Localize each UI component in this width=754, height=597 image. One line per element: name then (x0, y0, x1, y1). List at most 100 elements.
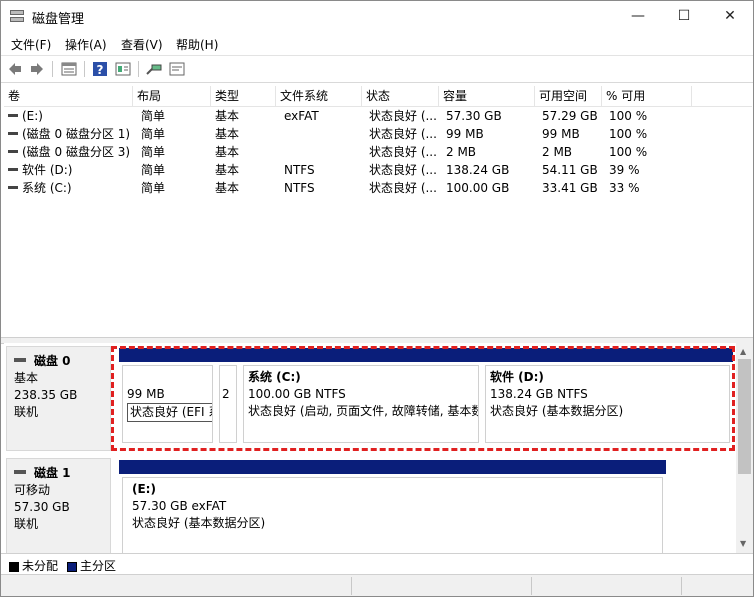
partition-size: 99 MB (127, 387, 165, 401)
column-header-status[interactable]: 状态 (362, 86, 439, 106)
volume-type: 基本 (215, 109, 240, 123)
volume-percent-free: 100 % (609, 145, 648, 159)
volume-filesystem (280, 143, 362, 161)
volume-free-space: 99 MB (542, 127, 580, 141)
partition-efi[interactable]: 99 MB 状态良好 (EFI 系统分区) (119, 348, 216, 446)
volume-filesystem (280, 125, 362, 143)
volume-list-header: 卷 布局 类型 文件系统 状态 容量 可用空间 % 可用 (4, 86, 752, 107)
table-row[interactable]: (磁盘 0 磁盘分区 1) 简单 基本 状态良好 (... 99 MB 99 M… (4, 125, 752, 143)
volume-filesystem: exFAT (284, 109, 319, 123)
maximize-button[interactable]: ☐ (661, 1, 707, 32)
disk-state: 联机 (14, 405, 39, 419)
back-icon[interactable] (7, 61, 23, 77)
table-row[interactable]: (磁盘 0 磁盘分区 3) 简单 基本 状态良好 (... 2 MB 2 MB … (4, 143, 752, 161)
scrollbar-thumb[interactable] (738, 359, 751, 474)
volume-capacity: 138.24 GB (446, 163, 510, 177)
menu-help[interactable]: 帮助(H) (176, 36, 218, 53)
volume-status: 状态良好 (... (369, 109, 437, 123)
partition-title: 系统 (C:) (248, 370, 301, 384)
volume-name: (磁盘 0 磁盘分区 1) (22, 127, 131, 141)
volume-free-space: 57.29 GB (542, 109, 598, 123)
partition-reserved[interactable]: 2 (216, 348, 240, 446)
menu-view[interactable]: 查看(V) (121, 36, 163, 53)
toolbar-separator (84, 61, 85, 77)
menu-action[interactable]: 操作(A) (65, 36, 107, 53)
volume-status: 状态良好 (... (369, 127, 437, 141)
partition-status-tooltip: 状态良好 (EFI 系统分区) (127, 403, 212, 422)
disk-1-label[interactable]: 磁盘 1 可移动 57.30 GB 联机 (6, 458, 111, 553)
minimize-button[interactable]: — (615, 1, 661, 32)
disk-management-app-icon (10, 10, 24, 22)
disk-name: 磁盘 0 (34, 354, 71, 368)
partition-bar (240, 348, 482, 362)
volume-status: 状态良好 (... (369, 163, 437, 177)
partition-status: 状态良好 (基本数据分区) (132, 516, 266, 530)
properties-icon[interactable] (115, 61, 131, 77)
disk-map: 磁盘 0 基本 238.35 GB 联机 99 MB 状态良好 (EFI 系统分… (4, 343, 736, 553)
disk-icon (14, 357, 26, 362)
partition-title: (E:) (132, 482, 156, 496)
volume-type: 基本 (215, 145, 240, 159)
disk-name: 磁盘 1 (34, 466, 71, 480)
menu-file[interactable]: 文件(F) (11, 36, 51, 53)
toolbar-separator (138, 61, 139, 77)
connect-icon[interactable] (146, 61, 162, 77)
disk-management-window: 磁盘管理 — ☐ ✕ 文件(F) 操作(A) 查看(V) 帮助(H) ? 卷 布… (0, 0, 754, 597)
table-row[interactable]: (E:) 简单 基本 exFAT 状态良好 (... 57.30 GB 57.2… (4, 107, 752, 125)
volume-capacity: 99 MB (446, 127, 484, 141)
disk-map-scrollbar[interactable]: ▲ ▼ (736, 343, 753, 553)
disk-0-label[interactable]: 磁盘 0 基本 238.35 GB 联机 (6, 346, 111, 451)
toolbar-separator (52, 61, 53, 77)
volume-layout: 简单 (141, 145, 166, 159)
volume-name: 软件 (D:) (22, 163, 73, 177)
drive-icon (8, 186, 18, 189)
disk-icon (14, 469, 26, 474)
column-header-filesystem[interactable]: 文件系统 (276, 86, 362, 106)
scroll-up-icon[interactable]: ▲ (740, 347, 746, 356)
table-row[interactable]: 系统 (C:) 简单 基本 NTFS 状态良好 (... 100.00 GB 3… (4, 179, 752, 197)
partition-removable-e[interactable]: (E:) 57.30 GB exFAT 状态良好 (基本数据分区) (119, 460, 666, 553)
volume-filesystem: NTFS (284, 163, 315, 177)
volume-type: 基本 (215, 163, 240, 177)
forward-icon[interactable] (29, 61, 45, 77)
disk-kind: 可移动 (14, 483, 51, 497)
partition-size: 2 (222, 387, 230, 401)
partition-size: 138.24 GB NTFS (490, 387, 588, 401)
legend-swatch (67, 561, 77, 572)
partition-software-d[interactable]: 软件 (D:) 138.24 GB NTFS 状态良好 (基本数据分区) (482, 348, 733, 446)
volume-free-space: 33.41 GB (542, 181, 598, 195)
volume-percent-free: 39 % (609, 163, 640, 177)
table-row[interactable]: 软件 (D:) 简单 基本 NTFS 状态良好 (... 138.24 GB 5… (4, 161, 752, 179)
column-header-percent-free[interactable]: % 可用 (602, 86, 692, 106)
toolbar: ? (1, 55, 753, 83)
column-header-type[interactable]: 类型 (211, 86, 276, 106)
partition-size: 100.00 GB NTFS (248, 387, 346, 401)
column-header-capacity[interactable]: 容量 (439, 86, 535, 106)
volume-filesystem: NTFS (284, 181, 315, 195)
volume-name: (磁盘 0 磁盘分区 3) (22, 145, 131, 159)
disk-size: 238.35 GB (14, 388, 78, 402)
status-bar (1, 574, 753, 596)
column-header-free-space[interactable]: 可用空间 (535, 86, 602, 106)
disk-kind: 基本 (14, 371, 39, 385)
volume-percent-free: 100 % (609, 109, 648, 123)
volume-type: 基本 (215, 127, 240, 141)
partition-bar (119, 348, 216, 362)
help-icon[interactable]: ? (92, 61, 108, 77)
volume-percent-free: 100 % (609, 127, 648, 141)
drive-icon (8, 114, 18, 117)
column-header-layout[interactable]: 布局 (133, 86, 211, 106)
title-bar: 磁盘管理 — ☐ ✕ (1, 1, 753, 32)
drive-icon (8, 168, 18, 171)
partition-system-c[interactable]: 系统 (C:) 100.00 GB NTFS 状态良好 (启动, 页面文件, 故… (240, 348, 482, 446)
volume-status: 状态良好 (... (369, 145, 437, 159)
disk-state: 联机 (14, 517, 39, 531)
volume-name: (E:) (22, 109, 43, 123)
volume-layout: 简单 (141, 109, 166, 123)
list-view-icon[interactable] (61, 61, 77, 77)
close-button[interactable]: ✕ (707, 1, 753, 32)
scroll-down-icon[interactable]: ▼ (740, 539, 746, 548)
menu-bar: 文件(F) 操作(A) 查看(V) 帮助(H) (1, 32, 753, 54)
console-icon[interactable] (169, 61, 185, 77)
column-header-volume[interactable]: 卷 (4, 86, 133, 106)
